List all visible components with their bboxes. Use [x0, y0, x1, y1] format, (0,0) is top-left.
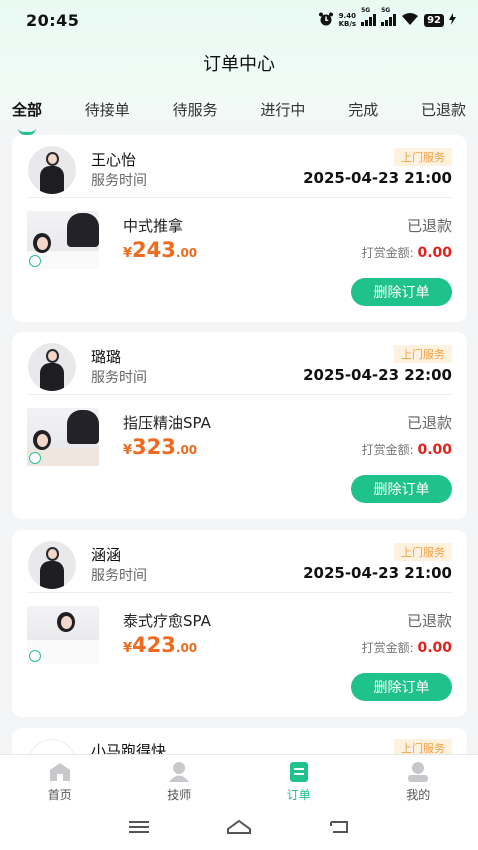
order-card-body: 泰式疗愈SPA ¥423.00 已退款 打赏金额: 0.00 删除订单 [27, 593, 452, 717]
technician-icon [167, 761, 191, 783]
status-icons: 9.40 KB/s 5G 5G 92 [318, 7, 456, 29]
service-type-badge: 上门服务 [394, 345, 452, 363]
service-time-label: 服务时间 [91, 370, 147, 386]
menu-icon[interactable] [128, 819, 150, 839]
technician-name: 璐璐 [91, 348, 122, 366]
order-card-header: 涵涵 服务时间 上门服务 2025-04-23 21:00 [27, 530, 452, 593]
tab-completed[interactable]: 完成 [348, 99, 378, 127]
tab-all[interactable]: 全部 [12, 99, 42, 135]
tab-in-progress[interactable]: 进行中 [260, 99, 305, 127]
nav-technician[interactable]: 技师 [120, 755, 240, 808]
order-status: 已退款 [406, 217, 452, 235]
service-time: 2025-04-23 22:00 [303, 366, 452, 384]
nav-profile[interactable]: 我的 [359, 755, 478, 808]
tab-pending-service[interactable]: 待服务 [173, 99, 218, 127]
service-type-badge: 上门服务 [394, 148, 452, 166]
delete-order-button[interactable]: 删除订单 [351, 673, 452, 701]
delete-order-button[interactable]: 删除订单 [351, 475, 452, 503]
back-icon[interactable] [328, 819, 350, 839]
avatar [28, 541, 76, 589]
charging-icon [449, 12, 456, 28]
service-type-badge: 上门服务 [394, 543, 452, 561]
service-time: 2025-04-23 21:00 [303, 169, 452, 187]
status-bar: 20:45 9.40 KB/s 5G 5G 92 [0, 0, 478, 40]
service-thumbnail [27, 211, 99, 269]
order-status: 已退款 [406, 612, 452, 630]
signal-icon: 5G [381, 7, 397, 26]
order-card[interactable]: 王心怡 服务时间 上门服务 2025-04-23 21:00 中式推拿 ¥243… [12, 135, 467, 322]
tab-refunded[interactable]: 已退款 [421, 99, 466, 127]
avatar [28, 343, 76, 391]
service-item-name: 泰式疗愈SPA [123, 612, 211, 630]
home-button-icon[interactable] [226, 819, 252, 839]
status-time: 20:45 [26, 10, 80, 30]
delete-order-button[interactable]: 删除订单 [351, 278, 452, 306]
order-icon [287, 761, 311, 783]
tip-amount: 打赏金额: 0.00 [361, 442, 452, 458]
service-time: 2025-04-23 21:00 [303, 564, 452, 582]
service-thumbnail [27, 408, 99, 466]
avatar [28, 146, 76, 194]
tip-amount: 打赏金额: 0.00 [361, 640, 452, 656]
order-card-body: 中式推拿 ¥243.00 已退款 打赏金额: 0.00 删除订单 [27, 198, 452, 322]
nav-orders[interactable]: 订单 [239, 755, 359, 808]
order-card-header: 璐璐 服务时间 上门服务 2025-04-23 22:00 [27, 332, 452, 395]
order-price: ¥423.00 [123, 633, 198, 657]
wifi-icon [401, 12, 419, 29]
service-item-name: 中式推拿 [123, 217, 184, 235]
service-thumbnail [27, 606, 99, 664]
nav-home[interactable]: 首页 [0, 755, 120, 808]
technician-name: 涵涵 [91, 546, 122, 564]
battery-icon: 92 [424, 13, 444, 27]
home-icon [48, 761, 72, 783]
service-time-label: 服务时间 [91, 568, 147, 584]
page-title: 订单中心 [203, 54, 275, 75]
order-tabs: 全部 待接单 待服务 进行中 完成 已退款 [0, 99, 478, 135]
order-price: ¥323.00 [123, 435, 198, 459]
order-card-header: 王心怡 服务时间 上门服务 2025-04-23 21:00 [27, 135, 452, 198]
technician-name: 王心怡 [91, 151, 137, 169]
order-card[interactable]: 涵涵 服务时间 上门服务 2025-04-23 21:00 泰式疗愈SPA ¥4… [12, 530, 467, 717]
service-time-label: 服务时间 [91, 173, 147, 189]
system-nav-bar [0, 808, 478, 850]
order-status: 已退款 [406, 414, 452, 432]
net-speed: 9.40 KB/s [338, 12, 357, 28]
tab-pending-accept[interactable]: 待接单 [85, 99, 130, 127]
order-card-body: 指压精油SPA ¥323.00 已退款 打赏金额: 0.00 删除订单 [27, 395, 452, 519]
order-price: ¥243.00 [123, 238, 198, 262]
bottom-nav: 首页 技师 订单 我的 [0, 754, 478, 808]
order-card[interactable]: 璐璐 服务时间 上门服务 2025-04-23 22:00 指压精油SPA ¥3… [12, 332, 467, 519]
profile-icon [406, 761, 430, 783]
signal-icon: 5G [361, 7, 377, 26]
alarm-icon [318, 12, 334, 29]
service-item-name: 指压精油SPA [123, 414, 211, 432]
tip-amount: 打赏金额: 0.00 [361, 245, 452, 261]
